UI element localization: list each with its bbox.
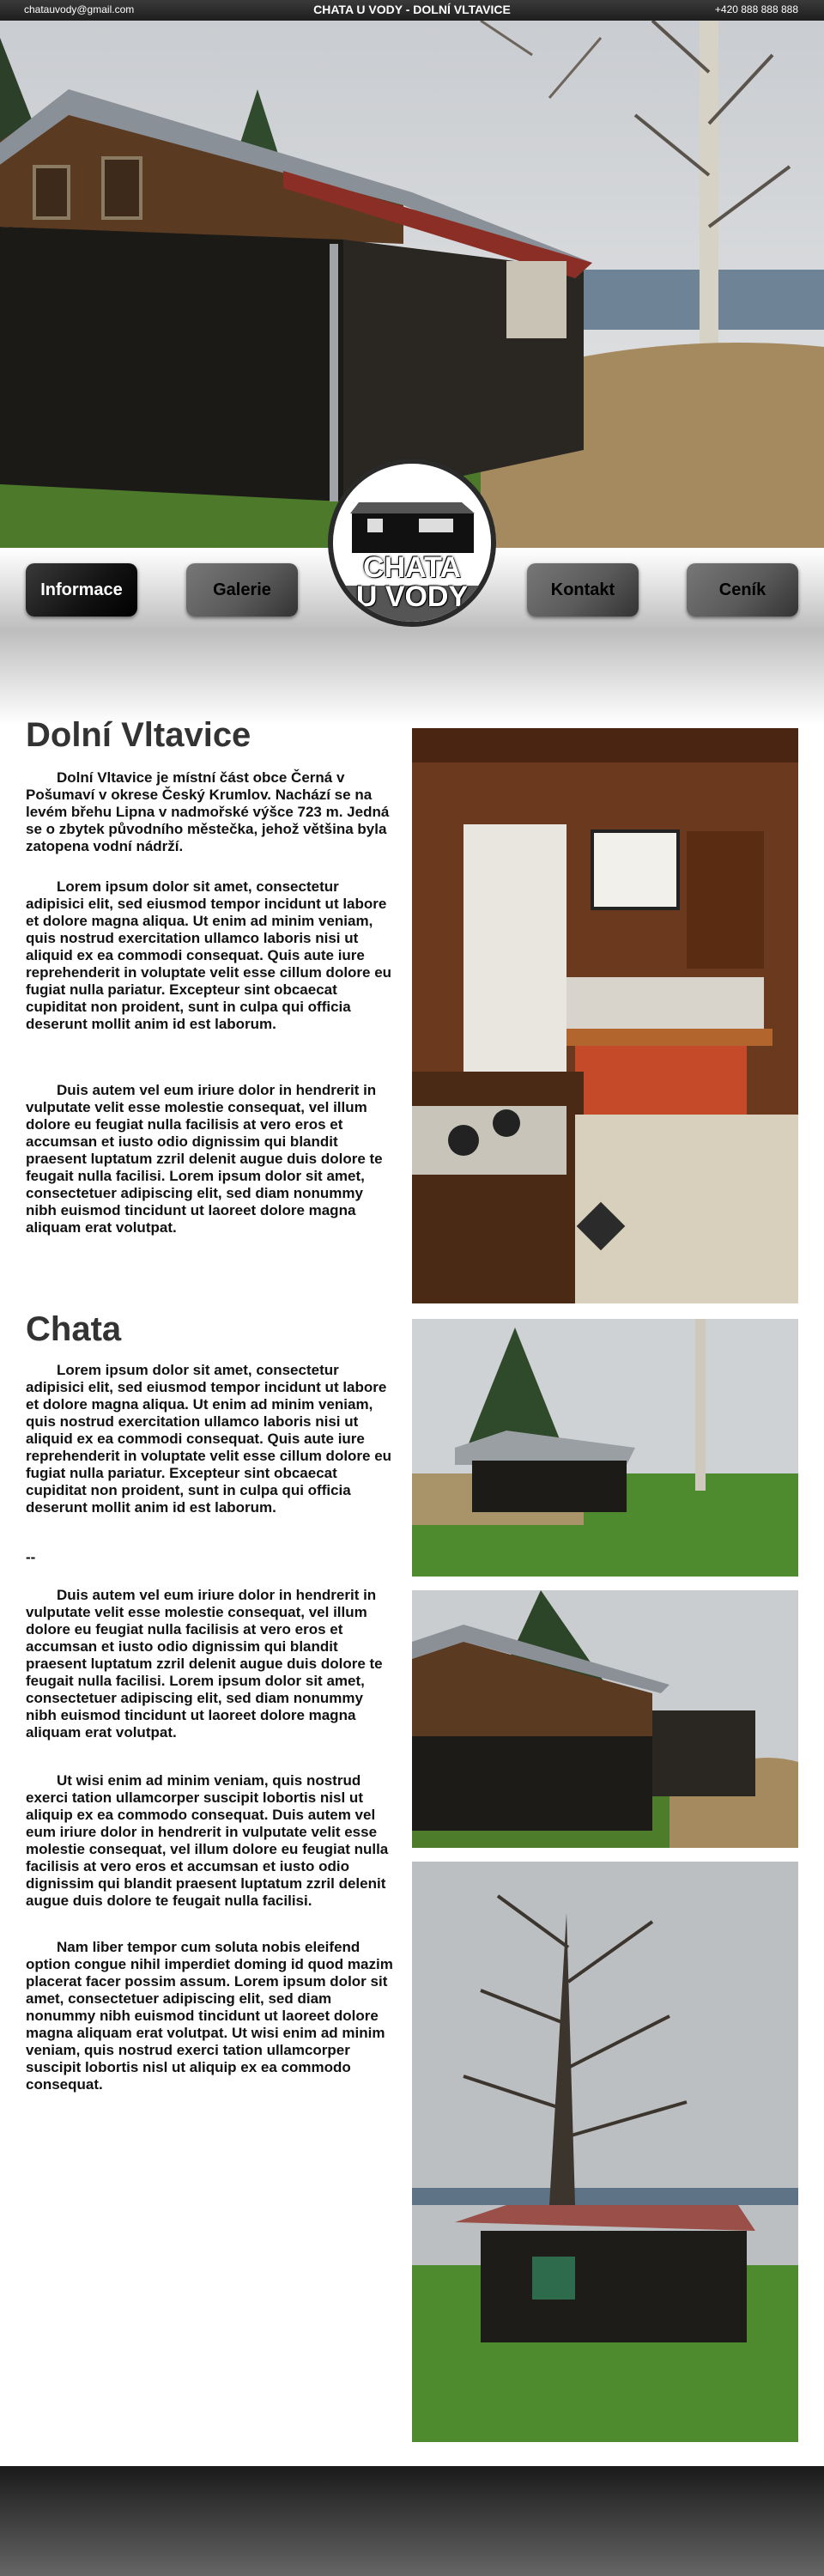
site-logo[interactable]: CHATA U VODY <box>328 459 496 627</box>
nav-kontakt-button[interactable]: Kontakt <box>527 563 639 617</box>
section-heading-dolni-vltavice: Dolní Vltavice <box>26 716 251 754</box>
nav-shadow <box>0 630 824 725</box>
section-heading-chata: Chata <box>26 1310 122 1348</box>
cabin-photo[interactable] <box>412 1590 798 1848</box>
section2-paragraph: Duis autem vel eum iriure dolor in hendr… <box>26 1587 383 1741</box>
interior-photo[interactable] <box>412 728 798 1303</box>
section2-paragraph: Nam liber tempor cum soluta nobis eleife… <box>26 1939 393 2093</box>
cabin-tree-photo[interactable] <box>412 1862 798 2442</box>
top-bar: chatauvody@gmail.com CHATA U VODY - DOLN… <box>0 0 824 21</box>
section1-paragraph: Dolní Vltavice je místní část obce Černá… <box>26 769 390 854</box>
nav-cenik-button[interactable]: Ceník <box>687 563 798 617</box>
nav-informace-button[interactable]: Informace <box>26 563 137 617</box>
section2-paragraph: Ut wisi enim ad minim veniam, quis nostr… <box>26 1772 389 1909</box>
footer <box>0 2466 824 2576</box>
logo-text: CHATA U VODY <box>355 551 469 613</box>
section1-paragraph: Lorem ipsum dolor sit amet, consectetur … <box>26 878 392 1032</box>
section1-paragraph: Duis autem vel eum iriure dolor in hendr… <box>26 1082 383 1236</box>
contact-phone[interactable]: +420 888 888 888 <box>715 3 798 15</box>
section2-paragraph: Lorem ipsum dolor sit amet, consectetur … <box>26 1362 392 1516</box>
site-title: CHATA U VODY - DOLNÍ VLTAVICE <box>313 3 511 16</box>
nav-galerie-button[interactable]: Galerie <box>186 563 298 617</box>
section2-separator: -- <box>26 1549 36 1565</box>
cabin-photo[interactable] <box>412 1319 798 1577</box>
